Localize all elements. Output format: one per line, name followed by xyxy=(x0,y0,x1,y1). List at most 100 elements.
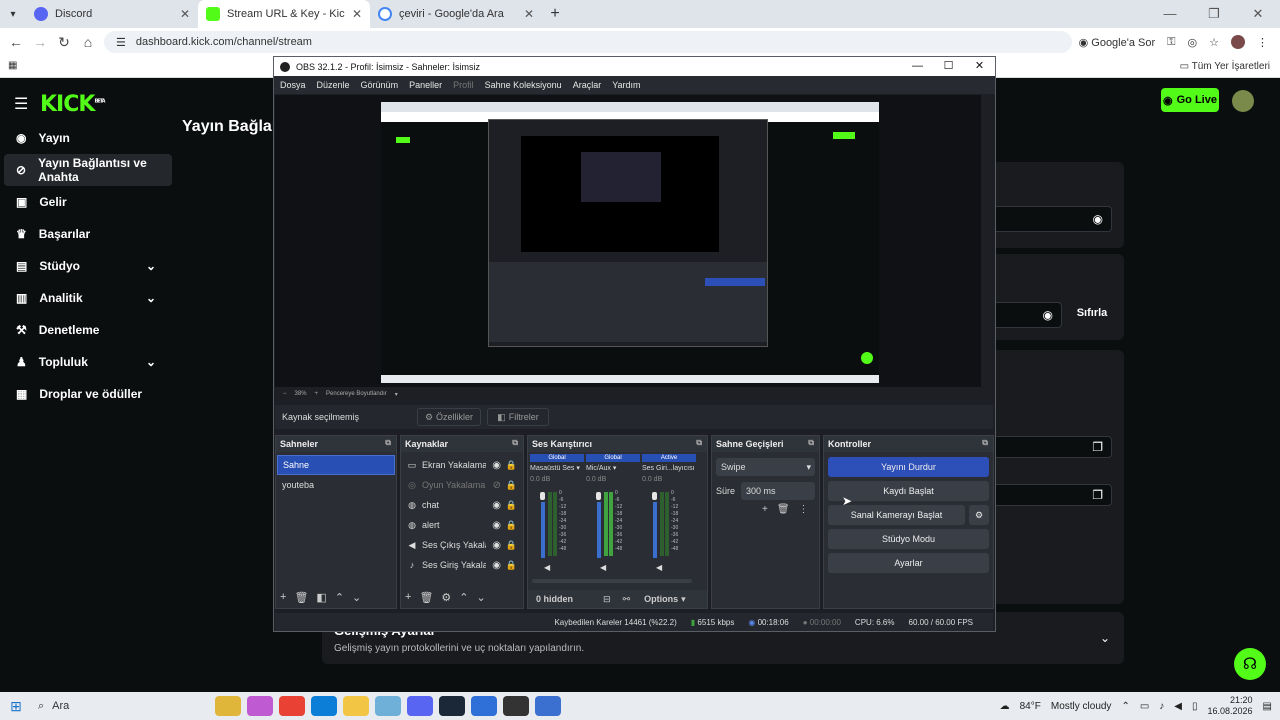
maximize-icon[interactable]: ☐ xyxy=(933,57,964,76)
chevron-down-icon[interactable]: ⌄ xyxy=(1100,631,1110,645)
start-virtual-camera-button[interactable]: Sanal Kamerayı Başlat xyxy=(828,505,965,525)
edge-icon[interactable] xyxy=(311,696,337,716)
calculator-icon[interactable] xyxy=(535,696,561,716)
avatar[interactable] xyxy=(1232,90,1254,112)
endpoint-field-1[interactable]: ❐ xyxy=(990,436,1112,458)
eye-slash-icon[interactable]: ⊘ xyxy=(493,480,501,491)
weather-icon[interactable]: ☁ xyxy=(1000,701,1010,712)
hidden-count[interactable]: 0 hidden xyxy=(536,594,573,604)
gear-icon[interactable]: ⚙ xyxy=(969,505,989,525)
taskbar-search[interactable]: ⌕ Ara xyxy=(32,695,212,717)
source-item[interactable]: ▭ Ekran Yakalama ◉ 🔒 xyxy=(401,455,523,475)
minimize-icon[interactable]: — xyxy=(902,57,933,76)
zoom-out-button[interactable]: − xyxy=(283,391,287,397)
add-icon[interactable]: + xyxy=(280,591,286,604)
scene-item[interactable]: youteba xyxy=(277,475,395,495)
forward-icon[interactable]: → xyxy=(28,34,52,50)
weather-temp[interactable]: 84°F xyxy=(1020,701,1041,712)
menu-araclar[interactable]: Araçlar xyxy=(573,80,602,90)
new-tab-button[interactable]: + xyxy=(542,5,568,23)
scene-item[interactable]: Sahne xyxy=(277,455,395,475)
undock-icon[interactable]: ⧉ xyxy=(696,438,702,448)
link-icon[interactable]: ⚯ xyxy=(623,594,631,605)
go-live-button[interactable]: ◉ Go Live xyxy=(1161,88,1219,112)
weather-desc[interactable]: Mostly cloudy xyxy=(1051,701,1112,712)
notifications-icon[interactable]: ▤ xyxy=(1263,701,1272,712)
profile-avatar[interactable] xyxy=(1231,35,1245,49)
undock-icon[interactable]: ⧉ xyxy=(512,438,518,448)
settings-button[interactable]: Ayarlar xyxy=(828,553,989,573)
channel-name[interactable]: Masaüstü Ses ▾ xyxy=(530,462,584,474)
tab-google[interactable]: çeviri - Google'da Ara ✕ xyxy=(370,0,542,28)
undock-icon[interactable]: ⧉ xyxy=(385,438,391,448)
lock-icon[interactable]: 🔒 xyxy=(506,540,517,551)
sidebar-item-basarilar[interactable]: ♛ Başarılar xyxy=(4,218,172,250)
all-bookmarks-button[interactable]: ▭ Tüm Yer İşaretleri xyxy=(1180,61,1270,72)
eye-icon[interactable]: ◉ xyxy=(492,460,501,471)
undock-icon[interactable]: ⧉ xyxy=(808,438,814,448)
stop-streaming-button[interactable]: Yayını Durdur xyxy=(828,457,989,477)
lock-icon[interactable]: 🔒 xyxy=(506,500,517,511)
undock-icon[interactable]: ⧉ xyxy=(982,438,988,448)
battery-icon[interactable]: ▯ xyxy=(1192,701,1198,712)
home-icon[interactable]: ⌂ xyxy=(76,34,100,50)
trash-icon[interactable]: 🗑 xyxy=(419,591,433,604)
move-up-icon[interactable]: ⌃ xyxy=(459,591,468,604)
discord-icon[interactable] xyxy=(407,696,433,716)
reload-icon[interactable]: ↻ xyxy=(52,34,76,51)
close-icon[interactable]: ✕ xyxy=(964,57,995,76)
channel-name[interactable]: Mic/Aux ▾ xyxy=(586,462,640,474)
tab-discord[interactable]: Discord ✕ xyxy=(26,0,198,28)
network-icon[interactable]: ▭ xyxy=(1140,701,1149,712)
gear-icon[interactable]: ⚙ xyxy=(441,591,451,604)
menu-gorunum[interactable]: Görünüm xyxy=(361,80,399,90)
stream-url-field[interactable]: ◉ xyxy=(990,206,1112,232)
studio-mode-button[interactable]: Stüdyo Modu xyxy=(828,529,989,549)
lock-icon[interactable]: 🔒 xyxy=(506,560,517,571)
chevron-down-icon[interactable]: ▾ xyxy=(395,391,398,398)
star-icon[interactable]: ☆ xyxy=(1209,36,1219,49)
more-options-icon[interactable]: ⋮ xyxy=(799,504,809,515)
copilot-icon[interactable] xyxy=(215,696,241,716)
sidebar-item-topluluk[interactable]: ♟ Topluluk ⌄ xyxy=(4,346,172,378)
layout-icon[interactable]: ⊟ xyxy=(603,594,611,605)
sidebar-item-denetleme[interactable]: ⚒ Denetleme xyxy=(4,314,172,346)
add-icon[interactable]: + xyxy=(762,504,768,515)
mic-icon[interactable]: ♪ xyxy=(1159,701,1164,712)
move-down-icon[interactable]: ⌄ xyxy=(477,591,486,604)
volume-fader[interactable] xyxy=(540,492,545,500)
menu-paneller[interactable]: Paneller xyxy=(409,80,442,90)
chevron-up-icon[interactable]: ⌃ xyxy=(1121,701,1129,712)
windows-start-icon[interactable]: ⊞ xyxy=(0,698,32,715)
channel-name[interactable]: Ses Giri...layıcısı▾ xyxy=(642,462,696,474)
password-key-icon[interactable]: ⚿ xyxy=(1167,36,1175,49)
lock-icon[interactable]: 🔒 xyxy=(506,460,517,471)
close-tab-icon[interactable]: ✕ xyxy=(180,7,190,21)
source-item[interactable]: ♪ Ses Giriş Yakalay ◉ 🔒 xyxy=(401,555,523,575)
url-field[interactable]: ☰ dashboard.kick.com/channel/stream xyxy=(104,31,1072,53)
eye-icon[interactable]: ◉ xyxy=(492,560,501,571)
clock[interactable]: 21:20 16.08.2026 xyxy=(1208,695,1253,717)
trash-icon[interactable]: 🗑 xyxy=(777,504,790,515)
close-icon[interactable]: ✕ xyxy=(1236,0,1280,28)
sidebar-item-gelir[interactable]: ▣ Gelir xyxy=(4,186,172,218)
steam-icon[interactable] xyxy=(439,696,465,716)
filters-button[interactable]: ◧ Filtreler xyxy=(487,408,549,426)
obs-preview[interactable] xyxy=(275,95,981,387)
app-icon[interactable] xyxy=(247,696,273,716)
lock-icon[interactable]: 🔒 xyxy=(506,480,517,491)
file-explorer-icon[interactable] xyxy=(343,696,369,716)
menu-duzenle[interactable]: Düzenle xyxy=(317,80,350,90)
volume-fader[interactable] xyxy=(596,492,601,500)
source-item[interactable]: ◍ chat ◉ 🔒 xyxy=(401,495,523,515)
duration-field[interactable]: 300 ms xyxy=(741,482,815,500)
zoom-in-button[interactable]: + xyxy=(315,391,319,397)
app-icon[interactable] xyxy=(375,696,401,716)
help-chat-button[interactable]: ☊ xyxy=(1234,648,1266,680)
filter-icon[interactable]: ◧ xyxy=(316,591,326,604)
mixer-scrollbar[interactable] xyxy=(532,579,692,583)
site-info-icon[interactable]: ☰ xyxy=(116,36,126,49)
speaker-icon[interactable]: ◀ xyxy=(600,563,606,572)
menu-yardim[interactable]: Yardım xyxy=(612,80,640,90)
sidebar-item-yayin[interactable]: ◉ Yayın xyxy=(4,122,172,154)
